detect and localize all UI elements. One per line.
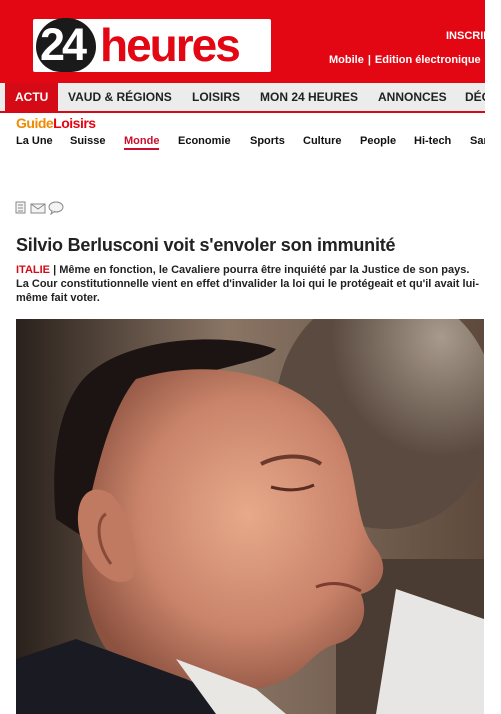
nav-item-vaud-regions[interactable]: VAUD & RÉGIONS <box>68 83 172 111</box>
subnav-item-monde[interactable]: Monde <box>124 135 160 150</box>
window-scrollbar-track[interactable] <box>485 0 501 714</box>
masthead: 24 heures INSCRIPTI Mobile | Edition élect… <box>0 0 501 83</box>
kicker-separator: | <box>50 264 60 276</box>
print-icon[interactable] <box>15 201 27 220</box>
subnav-item-la-une[interactable]: La Une <box>16 135 53 147</box>
article-lead: ITALIE | Même en fonction, le Cavaliere … <box>16 263 484 305</box>
nav-item-loisirs[interactable]: LOISIRS <box>192 83 240 111</box>
nav-divider <box>0 111 501 113</box>
edition-electronique-link[interactable]: Edition électronique <box>375 54 481 66</box>
subnav-item-culture[interactable]: Culture <box>303 135 342 147</box>
guide-loisirs-part1: Guide <box>16 115 54 131</box>
photo-illustration <box>16 319 484 714</box>
guide-loisirs-part2: Loisirs <box>53 115 96 131</box>
nav-item-annonces[interactable]: ANNONCES <box>378 83 447 111</box>
subnav-item-sports[interactable]: Sports <box>250 135 285 147</box>
logo-word[interactable]: heures <box>100 14 241 76</box>
article-photo[interactable] <box>16 319 484 714</box>
nav-item-mon-24-heures[interactable]: MON 24 HEURES <box>260 83 358 111</box>
top-links: Mobile|Edition électronique|Ab <box>329 54 501 66</box>
nav-item-actu[interactable]: ACTU <box>5 83 59 111</box>
subnav-item-hi-tech[interactable]: Hi-tech <box>414 135 451 147</box>
mobile-link[interactable]: Mobile <box>329 54 364 66</box>
article-kicker[interactable]: ITALIE <box>16 264 50 276</box>
guide-loisirs-logo[interactable]: GuideLoisirs <box>16 115 96 131</box>
main-nav: ACTU VAUD & RÉGIONS LOISIRS MON 24 HEURE… <box>0 83 501 111</box>
article-lead-text: Même en fonction, le Cavaliere pourra êt… <box>16 264 480 304</box>
article-headline[interactable]: Silvio Berlusconi voit s'envoler son imm… <box>16 235 396 256</box>
email-icon[interactable] <box>30 201 46 220</box>
logo-number[interactable]: 24 <box>40 17 87 73</box>
subnav-item-suisse[interactable]: Suisse <box>70 135 105 147</box>
link-separator: | <box>367 54 371 66</box>
subnav-item-economie[interactable]: Economie <box>178 135 231 147</box>
comment-icon[interactable] <box>48 201 64 220</box>
subnav-item-people[interactable]: People <box>360 135 396 147</box>
